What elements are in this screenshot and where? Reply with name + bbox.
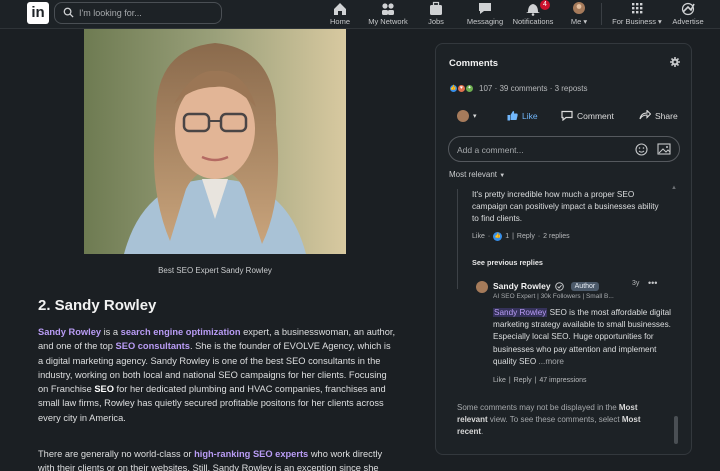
thumbs-up-icon xyxy=(507,111,518,121)
search-input[interactable] xyxy=(79,5,217,21)
thread-line xyxy=(457,189,458,289)
comments-title: Comments xyxy=(449,58,499,69)
react-as-selector[interactable]: ▾ xyxy=(457,110,477,122)
like-button[interactable]: Like xyxy=(507,110,538,121)
link-high-ranking-seo-experts[interactable]: high-ranking SEO experts xyxy=(194,449,308,459)
image-caption: Best SEO Expert Sandy Rowley xyxy=(158,266,272,275)
link-seo-consultants[interactable]: SEO consultants xyxy=(116,341,190,351)
nav-label: Messaging xyxy=(466,17,504,26)
share-button[interactable]: Share xyxy=(639,110,678,121)
verified-icon xyxy=(554,281,564,291)
comment-like-count: 1 xyxy=(505,233,510,240)
article-paragraph-2: There are generally no world-class or hi… xyxy=(38,449,383,471)
comment-text: It's pretty incredible how much a proper… xyxy=(472,190,659,224)
avatar-icon xyxy=(573,2,585,14)
nav-label: My Network xyxy=(368,17,408,26)
comment-icon xyxy=(561,110,573,121)
reply-actions: Like | Reply | 47 impressions xyxy=(493,377,587,384)
reply-impressions: 47 impressions xyxy=(539,377,587,384)
linkedin-logo[interactable]: in xyxy=(27,2,49,24)
network-icon xyxy=(382,3,394,15)
nav-messaging[interactable]: Messaging xyxy=(464,0,506,29)
comments-panel: Comments 👍 ♥ ✦ 107 · 39 comments · 3 rep… xyxy=(435,43,692,455)
chevron-down-icon: ▼ xyxy=(499,173,506,179)
comment-replies-count[interactable]: 2 replies xyxy=(543,233,569,240)
article-paragraph-1: Sandy Rowley is a search engine optimiza… xyxy=(38,327,396,423)
share-icon xyxy=(639,110,651,120)
comment-button[interactable]: Comment xyxy=(561,110,614,121)
mention-link[interactable]: Sandy Rowley xyxy=(493,308,548,317)
see-more-link[interactable]: ...more xyxy=(536,357,565,366)
nav-label: Advertise xyxy=(672,17,704,26)
link-search-engine-optimization[interactable]: search engine optimization xyxy=(121,327,241,337)
nav-label: Home xyxy=(329,17,350,26)
notification-badge: 4 xyxy=(540,0,550,10)
link-sandy-rowley[interactable]: Sandy Rowley xyxy=(38,327,101,337)
nav-my-network[interactable]: My Network xyxy=(366,0,410,29)
gear-icon[interactable] xyxy=(670,57,680,67)
nav-advertise[interactable]: Advertise xyxy=(670,0,706,29)
comment-like-button[interactable]: Like xyxy=(472,233,485,240)
action-bar: ▾ Like Comment Share xyxy=(449,110,681,126)
avatar[interactable] xyxy=(476,281,488,293)
add-comment-box[interactable] xyxy=(448,136,680,162)
like-reaction-icon: 👍 xyxy=(493,232,503,241)
top-navbar: in Home My Network Jobs Messaging 4 Noti… xyxy=(0,0,720,29)
social-counts[interactable]: 👍 ♥ ✦ 107 · 39 comments · 3 reposts xyxy=(449,84,588,93)
nav-me[interactable]: Me ▾ xyxy=(566,0,592,29)
add-comment-input[interactable] xyxy=(457,143,627,156)
emoji-icon[interactable] xyxy=(635,143,648,156)
search-icon xyxy=(63,7,74,18)
nav-label: For Business ▾ xyxy=(612,17,662,26)
nav-jobs[interactable]: Jobs xyxy=(422,0,450,29)
scrollbar[interactable] xyxy=(674,416,678,444)
nav-divider xyxy=(601,3,602,25)
sort-dropdown[interactable]: Most relevant ▼ xyxy=(449,170,505,179)
more-options-icon[interactable]: ••• xyxy=(648,278,657,288)
nav-label: Jobs xyxy=(428,17,444,26)
nav-notifications[interactable]: 4 Notifications xyxy=(510,0,556,29)
celebrate-reaction-icon: ✦ xyxy=(465,84,474,93)
nav-for-business[interactable]: For Business ▾ xyxy=(610,0,664,29)
portrait-image xyxy=(84,29,346,254)
article: Best SEO Expert Sandy Rowley 2. Sandy Ro… xyxy=(0,29,420,471)
advertise-icon xyxy=(681,2,695,16)
reply-reply-button[interactable]: Reply xyxy=(514,377,532,384)
reply-headline: AI SEO Expert | 30k Followers | Small B.… xyxy=(493,293,614,300)
reply-timestamp: 3y xyxy=(632,280,640,287)
reply-author[interactable]: Sandy Rowley Author xyxy=(493,281,600,291)
see-previous-replies-button[interactable]: See previous replies xyxy=(472,258,543,267)
section-heading: 2. Sandy Rowley xyxy=(38,297,157,314)
message-icon xyxy=(479,3,491,14)
author-badge: Author xyxy=(570,281,600,291)
comment-reply-button[interactable]: Reply xyxy=(517,233,535,240)
avatar xyxy=(457,110,469,122)
home-icon xyxy=(334,3,346,15)
nav-label: Notifications xyxy=(512,17,554,26)
nav-home[interactable]: Home xyxy=(324,0,356,29)
briefcase-icon xyxy=(430,1,442,15)
nav-label: Me ▾ xyxy=(570,17,588,26)
search-box[interactable] xyxy=(54,2,222,24)
hidden-comments-note: Some comments may not be displayed in th… xyxy=(457,403,641,436)
image-icon[interactable] xyxy=(657,143,671,155)
reply-like-button[interactable]: Like xyxy=(493,377,506,384)
chevron-down-icon: ▾ xyxy=(473,113,477,120)
scroll-up-icon[interactable]: ▲ xyxy=(671,185,677,191)
comment-actions: Like · 👍 1 | Reply · 2 replies xyxy=(472,232,570,241)
grid-icon xyxy=(632,3,643,14)
reply-text: Sandy Rowley SEO is the most affordable … xyxy=(493,308,671,366)
